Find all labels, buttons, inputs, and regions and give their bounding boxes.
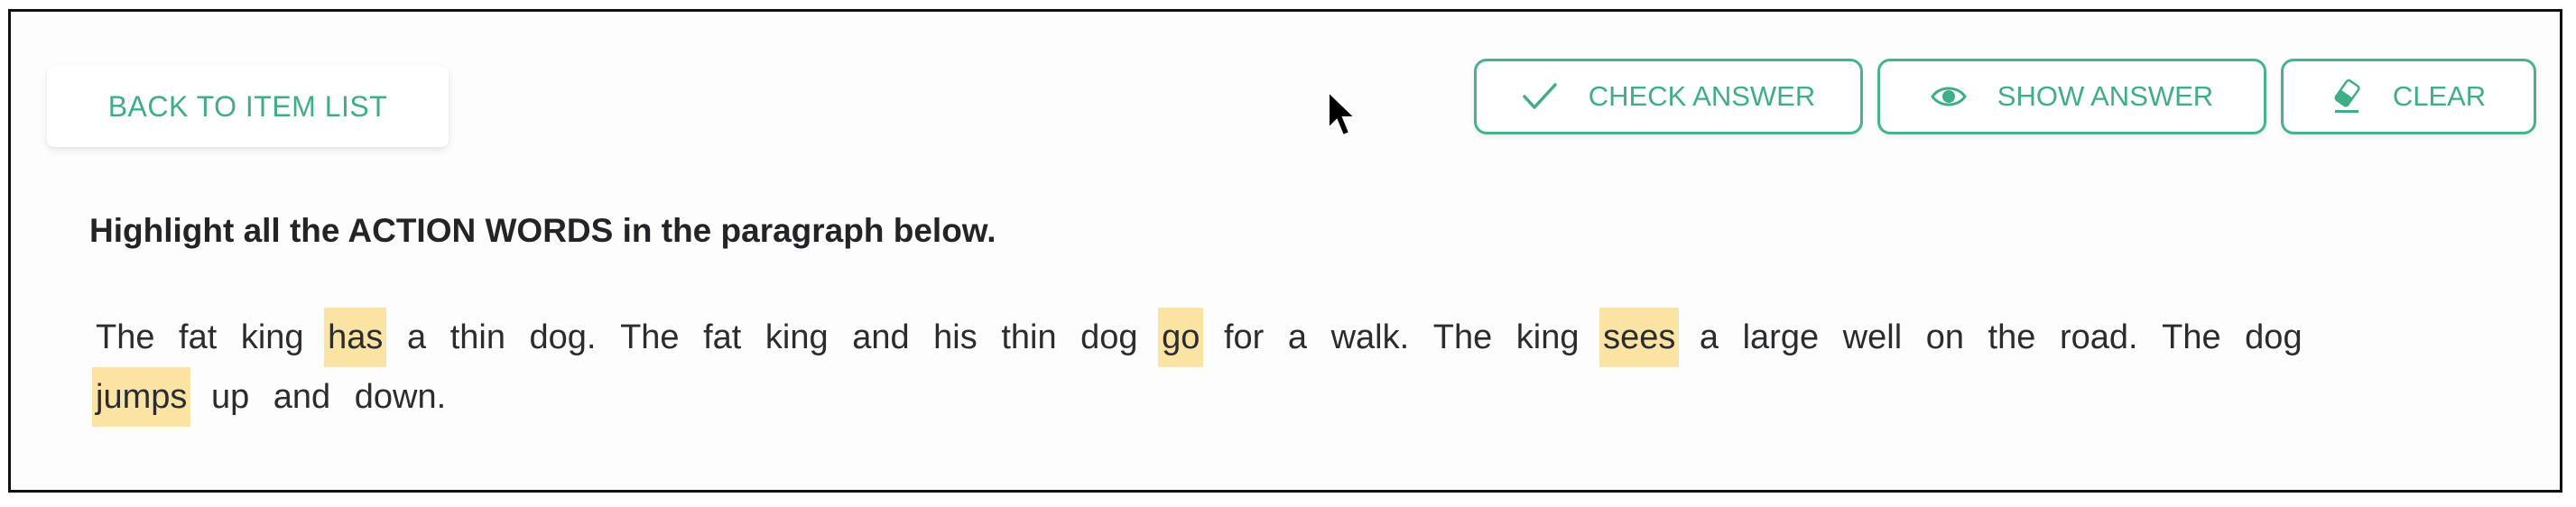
- word[interactable]: king: [1513, 308, 1583, 367]
- word[interactable]: on: [1923, 308, 1968, 367]
- word[interactable]: a: [1696, 308, 1722, 367]
- word[interactable]: large: [1739, 308, 1823, 367]
- word[interactable]: dog.: [526, 308, 600, 367]
- checkmark-icon: [1522, 82, 1558, 111]
- word[interactable]: The: [92, 308, 158, 367]
- word[interactable]: fat: [175, 308, 220, 367]
- word[interactable]: thin: [447, 308, 509, 367]
- clear-button[interactable]: CLEAR: [2281, 59, 2536, 134]
- word[interactable]: up: [208, 367, 253, 427]
- word[interactable]: The: [2158, 308, 2224, 367]
- word[interactable]: and: [270, 367, 334, 427]
- highlighted-word[interactable]: go: [1158, 308, 1204, 367]
- word[interactable]: The: [616, 308, 682, 367]
- word[interactable]: his: [930, 308, 981, 367]
- mouse-cursor-icon: [1328, 90, 1357, 137]
- word[interactable]: down.: [351, 367, 449, 427]
- word[interactable]: a: [1284, 308, 1311, 367]
- instruction-text: Highlight all the ACTION WORDS in the pa…: [89, 212, 996, 249]
- exercise-paragraph: The fat king has a thin dog. The fat kin…: [92, 308, 2403, 427]
- highlighted-word[interactable]: sees: [1599, 308, 1680, 367]
- back-to-item-list-label: BACK TO ITEM LIST: [107, 89, 388, 123]
- back-to-item-list-button[interactable]: BACK TO ITEM LIST: [47, 66, 449, 147]
- word[interactable]: thin: [997, 308, 1060, 367]
- word[interactable]: for: [1220, 308, 1267, 367]
- word[interactable]: and: [848, 308, 913, 367]
- word[interactable]: road.: [2056, 308, 2142, 367]
- word[interactable]: The: [1430, 308, 1496, 367]
- highlighted-word[interactable]: has: [324, 308, 387, 367]
- word[interactable]: the: [1985, 308, 2040, 367]
- check-answer-button[interactable]: CHECK ANSWER: [1474, 59, 1863, 134]
- word[interactable]: walk.: [1328, 308, 1413, 367]
- word[interactable]: king: [762, 308, 832, 367]
- word[interactable]: dog: [1077, 308, 1141, 367]
- exercise-panel: BACK TO ITEM LIST CHECK ANSWER SHOW ANSW…: [8, 9, 2562, 493]
- check-answer-label: CHECK ANSWER: [1588, 80, 1816, 112]
- word[interactable]: king: [237, 308, 308, 367]
- eraser-icon: [2331, 78, 2362, 115]
- eye-icon: [1930, 84, 1967, 109]
- word[interactable]: dog: [2241, 308, 2305, 367]
- clear-label: CLEAR: [2392, 80, 2487, 112]
- word[interactable]: well: [1839, 308, 1905, 367]
- word[interactable]: fat: [700, 308, 745, 367]
- highlighted-word[interactable]: jumps: [92, 367, 191, 427]
- action-toolbar: CHECK ANSWER SHOW ANSWER CLEAR: [1474, 59, 2536, 134]
- show-answer-label: SHOW ANSWER: [1997, 80, 2214, 112]
- show-answer-button[interactable]: SHOW ANSWER: [1877, 59, 2266, 134]
- word[interactable]: a: [403, 308, 430, 367]
